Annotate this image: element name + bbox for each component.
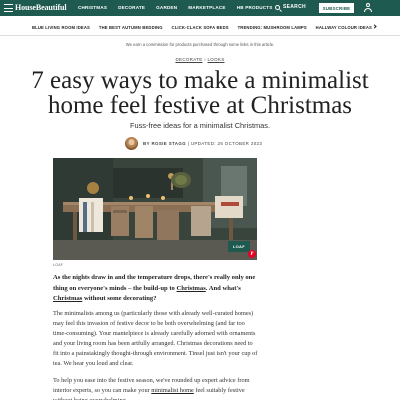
byline-separator: | [187, 140, 190, 146]
minimalist-home-link[interactable]: minimalist home [151, 387, 194, 394]
nav-decorate[interactable]: DECORATE [118, 5, 145, 10]
search-icon [275, 4, 280, 10]
christmas-link[interactable]: Christmas [176, 285, 205, 292]
article-subheadline: Fuss-free ideas for a minimalist Christm… [129, 121, 271, 130]
header-divider [0, 35, 400, 36]
trending-bar: BLUE LIVING ROOM IDEAS THE BEST AUTUMN B… [0, 21, 400, 33]
author-link[interactable]: BY ROSIE STAGG [143, 141, 186, 146]
nav-garden[interactable]: GARDEN [156, 5, 177, 10]
breadcrumb-decorate[interactable]: DECORATE [175, 57, 202, 62]
chevron-right-icon[interactable] [372, 24, 377, 29]
commission-note: We earn a commission for products purcha… [125, 42, 275, 47]
trending-link-hallway-colour[interactable]: HALLWAY COLOUR IDEAS [316, 25, 372, 30]
byline-text: BY ROSIE STAGG | UPDATED: 26 OCTOBER 202… [143, 141, 262, 146]
trending-link-sofa-beds[interactable]: CLICK-CLACK SOFA BEDS [172, 25, 229, 30]
search-label: SEARCH [283, 4, 306, 10]
hero-image: LOAF P [53, 158, 257, 260]
body-paragraph-2: To help you ease into the festive season… [53, 376, 258, 400]
search-button[interactable]: SEARCH [275, 4, 306, 10]
article-headline: 7 easy ways to make a minimalist home fe… [31, 67, 369, 119]
image-caption: LOAF [53, 263, 64, 267]
trending-link-autumn-bedding[interactable]: THE BEST AUTUMN BEDDING [99, 25, 163, 30]
body-paragraph-1: The minimalists among us (particularly t… [53, 310, 258, 367]
trending-link-mushroom-lamps[interactable]: TRENDING: MUSHROOM LAMPS [238, 25, 307, 30]
account-icon[interactable] [363, 3, 373, 13]
nav-marketplace[interactable]: MARKETPLACE [188, 5, 225, 10]
hero-badge[interactable]: LOAF [227, 241, 250, 252]
breadcrumb: DECORATE › LOOKS [0, 57, 400, 62]
main-nav: CHRISTMAS DECORATE GARDEN MARKETPLACE HB… [78, 5, 284, 10]
hamburger-icon[interactable] [4, 4, 13, 12]
updated-date: UPDATED: 26 OCTOBER 2023 [190, 140, 263, 146]
breadcrumb-looks[interactable]: LOOKS [208, 57, 225, 62]
author-avatar[interactable] [125, 136, 138, 150]
byline: BY ROSIE STAGG | UPDATED: 26 OCTOBER 202… [125, 136, 262, 150]
pinterest-icon[interactable]: P [248, 250, 256, 258]
site-header: HouseBeautiful CHRISTMAS DECORATE GARDEN… [0, 0, 400, 16]
intro-paragraph: As the nights draw in and the temperatur… [53, 273, 258, 305]
nav-hb-products[interactable]: HB PRODUCTS [237, 5, 273, 10]
site-logo[interactable]: HouseBeautiful [15, 3, 67, 12]
breadcrumb-separator: › [204, 57, 206, 62]
subscribe-button[interactable]: SUBSCRIBE [319, 3, 354, 13]
christmas-link-2[interactable]: Christmas [53, 295, 82, 302]
nav-christmas[interactable]: CHRISTMAS [78, 5, 107, 10]
trending-link-blue-living-room[interactable]: BLUE LIVING ROOM IDEAS [32, 25, 90, 30]
intro-text-2: . And what's [205, 284, 241, 292]
intro-text-3: without some decorating? [82, 295, 157, 302]
hero-scene [53, 158, 257, 260]
